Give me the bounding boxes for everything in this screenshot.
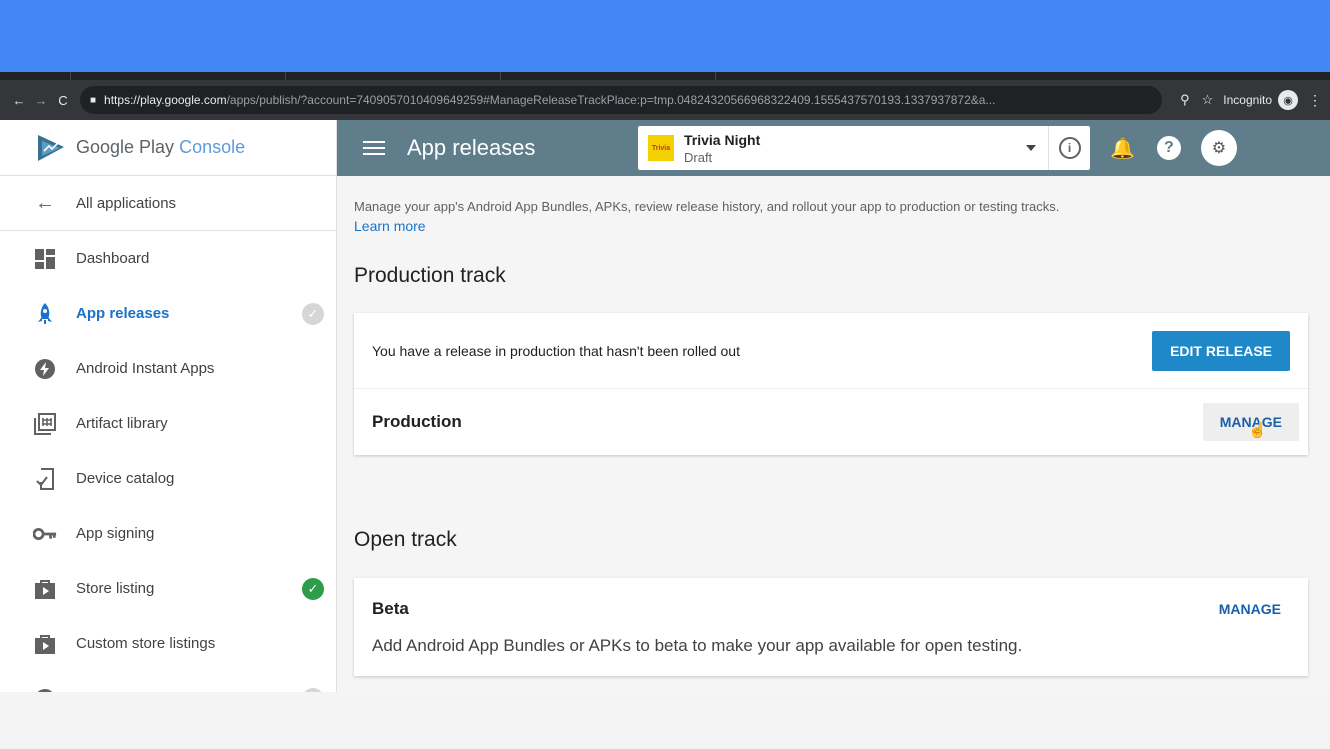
incognito-indicator[interactable]: Incognito ◉ [1223, 90, 1298, 110]
bolt-icon [33, 357, 57, 381]
production-track-name: Production [372, 412, 462, 431]
check-circle-icon: ✓ [302, 577, 324, 600]
beta-card: Beta MANAGE Add Android App Bundles or A… [354, 578, 1308, 676]
incognito-icon: ◉ [1278, 90, 1298, 110]
sidebar-item-label: Device catalog [76, 470, 175, 487]
lock-icon: ■ [90, 94, 97, 106]
sidebar-item-dashboard[interactable]: Dashboard [0, 231, 336, 286]
production-message: You have a release in production that ha… [372, 342, 740, 359]
info-icon: i [1058, 137, 1081, 159]
main-content: Manage your app's Android App Bundles, A… [337, 176, 1330, 692]
sidebar-item-label: App releases [76, 305, 170, 322]
brand-name: Google Play Console [76, 137, 246, 157]
back-arrow-icon: ← [35, 191, 55, 214]
sidebar-item-partial[interactable] [0, 671, 336, 692]
sidebar-item-label: Android Instant Apps [76, 360, 215, 377]
sidebar-item-device-catalog[interactable]: Device catalog [0, 451, 336, 506]
store-icon [33, 577, 57, 601]
forward-arrow-icon[interactable]: → [30, 93, 52, 108]
sidebar-item-artifact-library[interactable]: Artifact library [0, 396, 336, 451]
star-icon[interactable]: ☆ [1202, 92, 1214, 108]
url-path: /apps/publish/?account=74090570104096492… [226, 93, 996, 107]
open-track-heading: Open track [354, 528, 457, 551]
reload-icon[interactable]: C [52, 93, 74, 108]
sidebar-item-label: Artifact library [76, 415, 168, 432]
library-icon [33, 412, 57, 436]
address-bar: ← → C ■ https://play.google.com /apps/pu… [0, 80, 1330, 120]
check-circle-icon: ✓ [302, 302, 324, 325]
device-icon [33, 467, 57, 491]
app-name: Trivia Night [684, 131, 761, 148]
help-icon[interactable]: ? [1156, 136, 1181, 160]
play-console-logo-icon [38, 134, 64, 161]
sidebar-item-label: Custom store listings [76, 635, 216, 652]
sidebar-item-custom-store-listings[interactable]: Custom store listings [0, 616, 336, 671]
rocket-icon [33, 302, 57, 326]
browser-tab[interactable] [70, 72, 285, 80]
browser-menu-icon[interactable]: ⋮ [1308, 92, 1322, 109]
app-icon: Trivia [648, 135, 674, 161]
beta-track-name: Beta [372, 599, 409, 618]
sidebar-item-label: Store listing [76, 580, 155, 597]
sidebar-item-instant-apps[interactable]: Android Instant Apps [0, 341, 336, 396]
page-title: App releases [407, 135, 536, 160]
production-manage-button[interactable]: MANAGE ☝ [1202, 403, 1299, 441]
back-arrow-icon[interactable]: ← [8, 93, 30, 108]
sidebar-item-app-releases[interactable]: App releases ✓ [0, 286, 336, 341]
top-banner [0, 0, 1330, 72]
menu-icon[interactable] [363, 137, 385, 159]
dashboard-icon [33, 247, 57, 271]
dropdown-caret-icon[interactable] [1026, 145, 1036, 151]
browser-window: ← → C ■ https://play.google.com /apps/pu… [0, 72, 1330, 692]
app-state: Draft [684, 149, 713, 165]
beta-manage-button[interactable]: MANAGE [1202, 590, 1290, 628]
sidebar-item-app-signing[interactable]: App signing [0, 506, 336, 561]
sidebar-item-label: App signing [76, 525, 155, 542]
sidebar-item-store-listing[interactable]: Store listing ✓ [0, 561, 336, 616]
url-field[interactable]: ■ https://play.google.com /apps/publish/… [80, 86, 1163, 114]
bottom-margin [0, 692, 1330, 749]
sidebar: Google Play Console ← All applications D… [0, 120, 337, 692]
app-bar: App releases Trivia Trivia Night Draft i… [337, 120, 1330, 176]
all-applications-link[interactable]: ← All applications [0, 176, 336, 231]
browser-tab[interactable] [500, 72, 715, 80]
learn-more-link[interactable]: Learn more [354, 218, 1330, 234]
store-icon [33, 632, 57, 656]
beta-description: Add Android App Bundles or APKs to beta … [372, 636, 1023, 655]
hand-cursor-icon: ☝ [1248, 422, 1267, 439]
browser-tab[interactable] [285, 72, 500, 80]
sidebar-item-label: Dashboard [76, 250, 150, 267]
app-selector[interactable]: Trivia Trivia Night Draft i [638, 126, 1090, 170]
avatar[interactable]: ⚙ [1200, 130, 1237, 166]
bell-icon[interactable]: 🔔 [1110, 136, 1135, 161]
incognito-label: Incognito [1223, 93, 1272, 107]
app-info-button[interactable]: i [1048, 126, 1090, 170]
url-host: https://play.google.com [104, 93, 227, 107]
all-applications-label: All applications [76, 194, 177, 212]
key-icon [33, 522, 57, 546]
brand-header[interactable]: Google Play Console [0, 120, 336, 176]
intro-text: Manage your app's Android App Bundles, A… [354, 199, 1060, 214]
production-card: You have a release in production that ha… [354, 313, 1308, 455]
browser-tab[interactable] [715, 72, 930, 80]
zoom-icon[interactable]: ⚲ [1180, 92, 1190, 108]
production-heading: Production track [354, 264, 506, 287]
tab-strip [0, 72, 1330, 80]
edit-release-button[interactable]: EDIT RELEASE [1152, 330, 1290, 371]
